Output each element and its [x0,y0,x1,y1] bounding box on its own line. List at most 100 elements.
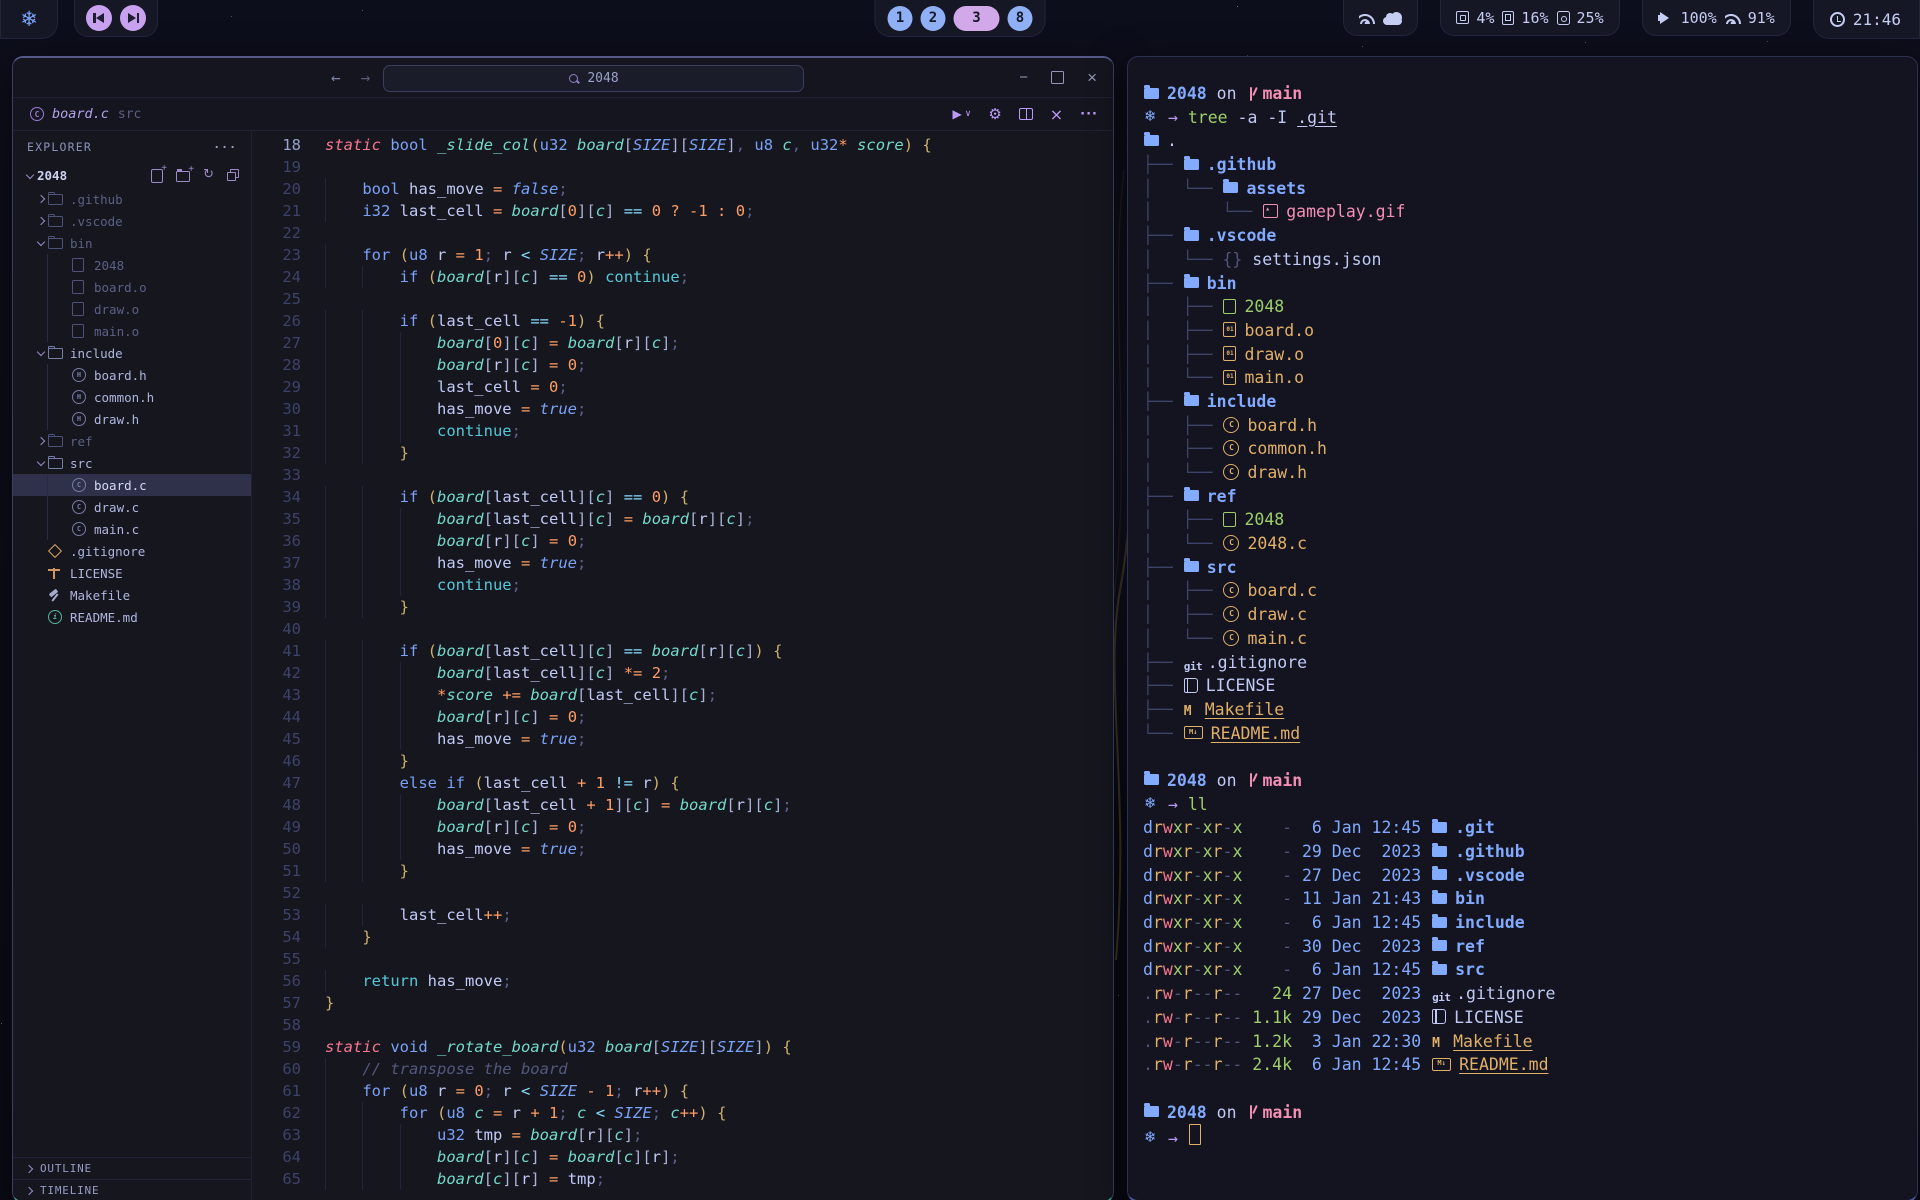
explorer-item-2048[interactable]: 2048 [13,254,251,276]
explorer-header: EXPLORER [27,140,92,154]
explorer-item-board.c[interactable]: board.c [13,474,251,496]
sn-icon [1144,108,1160,126]
vscode-tabbar: board.c src ▶∨ ⚙ × ··· [13,98,1113,131]
close-editor-button[interactable]: × [1050,105,1063,124]
terminal-line: ├── .vscode [1143,224,1907,248]
command-center-search[interactable]: 2048 [383,65,804,92]
explorer-item-draw.h[interactable]: draw.h [13,408,251,430]
more-actions-button[interactable]: ··· [1080,107,1098,122]
explorer-item-main.c[interactable]: main.c [13,518,251,540]
workspace-switcher: 1238 [875,0,1046,37]
split-editor-button[interactable] [1019,108,1033,120]
workspace-1[interactable]: 1 [888,6,913,31]
terminal-line: │ └── gameplay.gif [1143,200,1907,224]
code-line-50: 50 has_move = true; [252,838,1113,860]
c-icon [1223,535,1239,551]
file-label: board.o [94,280,147,295]
vscode-titlebar[interactable]: ← → 2048 − × [13,58,1113,98]
timeline-panel[interactable]: TIMELINE [13,1179,251,1200]
fo-icon [1432,964,1447,975]
explorer-item-board.o[interactable]: board.o [13,276,251,298]
refresh-button[interactable]: ↻ [203,169,214,183]
file-label: .github [70,192,123,207]
new-folder-button[interactable] [176,169,190,183]
workspace-3[interactable]: 3 [954,6,1000,31]
explorer-root-section[interactable]: 2048 ↻ [13,163,251,188]
terminal-line: │ └── main.o [1143,366,1907,390]
br-icon [1247,1104,1257,1119]
tab-filename[interactable]: board.c [52,106,109,122]
fo-icon [1432,893,1447,904]
system-stats-module[interactable]: 4% 16% 25% [1440,0,1619,36]
explorer-item-README.md[interactable]: README.md [13,606,251,628]
code-line-35: 35 board[last_cell][c] = board[r][c]; [252,508,1113,530]
folder-icon [48,348,63,359]
line-number: 28 [252,354,325,376]
explorer-item-.github[interactable]: .github [13,188,251,210]
workspace-8[interactable]: 8 [1008,6,1033,31]
settings-button[interactable]: ⚙ [988,105,1001,123]
explorer-item-ref[interactable]: ref [13,430,251,452]
media-previous-button[interactable] [86,5,112,31]
file-icon [72,258,84,272]
workspace-2[interactable]: 2 [921,6,946,31]
terminal-line: │ ├── board.o [1143,319,1907,343]
file-label: 2048 [94,258,124,273]
audio-network-module[interactable]: 100% 91% [1642,0,1791,36]
file-icon [72,324,84,338]
explorer-item-src[interactable]: src [13,452,251,474]
outline-panel[interactable]: OUTLINE [13,1158,251,1179]
launcher-button[interactable]: ❄ [0,0,58,39]
file-label: draw.h [94,412,139,427]
fo-icon [1144,774,1159,785]
clock-icon [1830,12,1845,27]
nav-forward-icon[interactable]: → [361,68,371,87]
fo-icon [1432,869,1447,880]
media-next-button[interactable] [120,5,146,31]
collapse-all-button[interactable] [227,169,239,183]
explorer-item-draw.o[interactable]: draw.o [13,298,251,320]
explorer-item-include[interactable]: include [13,342,251,364]
nav-back-icon[interactable]: ← [331,68,341,87]
explorer-item-Makefile[interactable]: Makefile [13,584,251,606]
file-label: common.h [94,390,154,405]
c-icon [1223,464,1239,480]
terminal-line [1143,745,1907,769]
clock-module[interactable]: 21:46 [1813,0,1920,39]
terminal-line: └── README.md [1143,722,1907,746]
fo-icon [1432,940,1447,951]
explorer-item-.vscode[interactable]: .vscode [13,210,251,232]
cpu-icon [1456,11,1469,24]
line-number: 61 [252,1080,325,1102]
c-icon [1223,440,1239,456]
explorer-item-LICENSE[interactable]: LICENSE [13,562,251,584]
maximize-button[interactable] [1051,71,1064,84]
connectivity-module[interactable] [1343,0,1418,36]
new-file-button[interactable] [151,169,163,183]
explorer-item-board.h[interactable]: board.h [13,364,251,386]
code-line-18: 18static bool _slide_col(u32 board[SIZE]… [252,134,1113,156]
fo-icon [1184,277,1199,288]
sn-icon [1144,795,1160,813]
explorer-item-.gitignore[interactable]: .gitignore [13,540,251,562]
close-button[interactable]: × [1087,68,1097,88]
line-number: 41 [252,640,325,662]
bk-icon [1184,678,1198,693]
line-number: 34 [252,486,325,508]
line-number: 43 [252,684,325,706]
bi-icon [1223,322,1236,337]
line-number: 48 [252,794,325,816]
explorer-menu-icon[interactable]: ··· [213,140,237,154]
window-terminal[interactable]: 2048 on main→ tree -a -I .git.├── .githu… [1127,56,1918,1200]
explorer-item-bin[interactable]: bin [13,232,251,254]
terminal-line: .rw-r--r-- 1.2k 3 Jan 22:30 Makefile [1143,1030,1907,1054]
explorer-item-common.h[interactable]: common.h [13,386,251,408]
run-file-button[interactable]: ▶∨ [952,107,971,121]
explorer-item-main.o[interactable]: main.o [13,320,251,342]
code-line-30: 30 has_move = true; [252,398,1113,420]
minimize-button[interactable]: − [1019,69,1028,86]
explorer-item-draw.c[interactable]: draw.c [13,496,251,518]
indent-guide [47,518,48,540]
gt-icon [1432,986,1452,1000]
code-editor[interactable]: 18static bool _slide_col(u32 board[SIZE]… [252,131,1113,1200]
